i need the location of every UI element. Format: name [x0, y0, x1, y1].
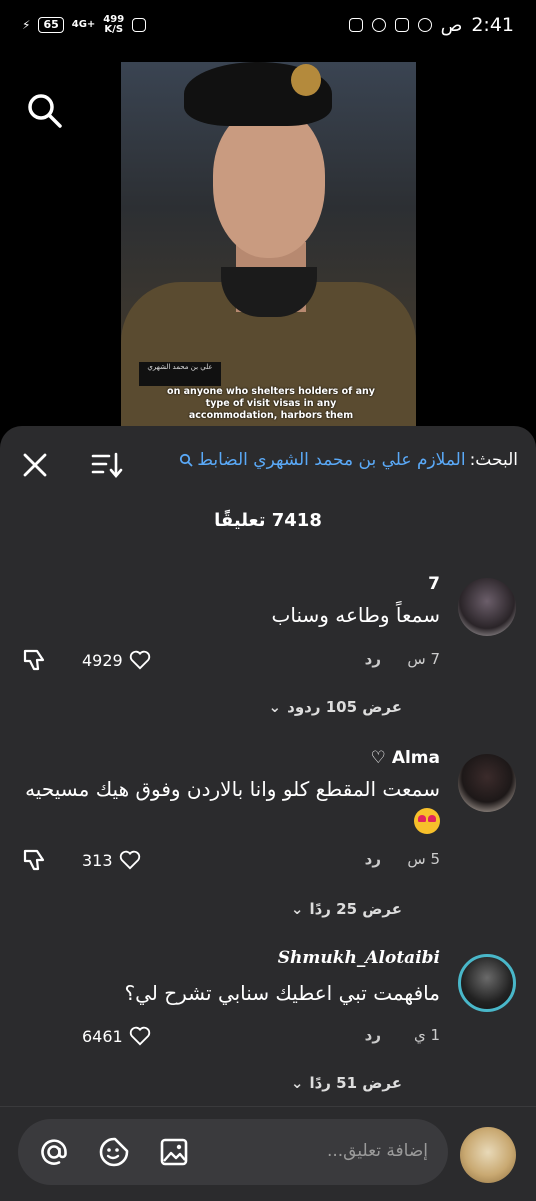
dislike-icon[interactable] [22, 847, 48, 873]
view-replies[interactable]: عرض 25 ردًا ⌄ [291, 900, 402, 918]
comment-item: Alma ♡ سمعت المقطع كلو وانا بالاردن وفوق… [0, 748, 536, 938]
sort-icon[interactable] [90, 450, 124, 480]
image-icon[interactable] [158, 1136, 190, 1168]
comment-author[interactable]: 7 [428, 574, 440, 594]
chevron-down-icon: ⌄ [290, 900, 304, 918]
status-right: ص 2:41 [348, 14, 514, 36]
video-player[interactable]: علي بن محمد الشهري on anyone who shelter… [0, 58, 536, 426]
network-indicator: 4G+ [71, 19, 96, 30]
like-button[interactable]: 6461 [82, 1026, 151, 1046]
comment-item: Shmukh_Alotaibi مافهمت تبي اعطيك سنابي ت… [0, 948, 536, 1123]
comment-placeholder: إضافة تعليق... [326, 1141, 428, 1161]
avatar[interactable] [458, 754, 516, 812]
comment-composer: إضافة تعليق... [0, 1106, 536, 1201]
comment-text: مافهمت تبي اعطيك سنابي تشرح لي؟ [124, 981, 441, 1005]
network-speed-unit: K/S [104, 24, 124, 35]
view-replies[interactable]: عرض 105 ردود ⌄ [269, 698, 402, 716]
avatar[interactable] [458, 578, 516, 636]
comment-time: 5 س [407, 850, 440, 868]
video-frame: علي بن محمد الشهري on anyone who shelter… [121, 62, 416, 426]
youtube-icon [371, 18, 386, 32]
network-speed: 499 K/S [103, 15, 124, 35]
cap-badge [291, 64, 321, 96]
heart-icon [129, 650, 150, 670]
heart-icon [129, 1026, 150, 1046]
reply-button[interactable]: رد [365, 1026, 381, 1044]
instagram-icon [394, 18, 409, 32]
heart-icon [119, 850, 140, 870]
battery-indicator: 65 [38, 17, 64, 33]
view-replies-label: عرض 51 ردًا [309, 1074, 402, 1092]
sim-icon [348, 18, 363, 32]
nameplate: علي بن محمد الشهري [139, 362, 221, 386]
like-button[interactable]: 4929 [82, 650, 151, 670]
like-count: 6461 [82, 1026, 123, 1046]
sticker-icon[interactable] [98, 1136, 130, 1168]
like-count: 4929 [82, 650, 123, 670]
video-subtitle: on anyone who shelters holders of any ty… [167, 386, 375, 421]
view-replies[interactable]: عرض 51 ردًا ⌄ [291, 1074, 402, 1092]
heart-eyes-emoji-icon [414, 807, 440, 834]
close-icon[interactable] [20, 450, 50, 480]
search-query-text[interactable]: الملازم علي بن محمد الشهري الضابط [197, 450, 465, 470]
sheet-header: البحث: الملازم علي بن محمد الشهري الضابط [0, 426, 536, 500]
avatar[interactable] [458, 954, 516, 1012]
search-query[interactable]: البحث: الملازم علي بن محمد الشهري الضابط [179, 450, 518, 470]
comment-author[interactable]: Shmukh_Alotaibi [278, 948, 440, 968]
like-count: 313 [82, 850, 113, 870]
ampm-label: ص [440, 14, 463, 36]
comment-item: 7 سمعاً وطاعه وسناب 7 س رد 4929 عرض 105 … [0, 574, 536, 734]
chevron-down-icon: ⌄ [290, 1074, 304, 1092]
comments-sheet: البحث: الملازم علي بن محمد الشهري الضابط… [0, 426, 536, 1200]
status-left: ⚡ 65 4G+ 499 K/S [22, 15, 147, 35]
view-replies-label: عرض 105 ردود [287, 698, 402, 716]
comments-count: 7418 تعليقًا [214, 510, 322, 531]
search-icon[interactable] [26, 92, 64, 130]
mention-icon[interactable] [38, 1136, 70, 1168]
flash-icon: ⚡ [22, 18, 31, 32]
reply-button[interactable]: رد [365, 650, 381, 668]
comment-time: 1 ي [413, 1026, 440, 1044]
comment-time: 7 س [407, 650, 440, 668]
like-button[interactable]: 313 [82, 850, 141, 870]
comment-text: سمعاً وطاعه وسناب [271, 603, 440, 627]
view-replies-label: عرض 25 ردًا [309, 900, 402, 918]
clock: 2:41 [471, 14, 514, 36]
threads-icon [417, 18, 432, 32]
comment-input[interactable]: إضافة تعليق... [18, 1119, 448, 1185]
chevron-down-icon: ⌄ [268, 698, 282, 716]
search-label: البحث: [469, 450, 518, 470]
comment-text-body: سمعت المقطع كلو وانا بالاردن وفوق هيك مس… [25, 777, 440, 801]
comment-text: سمعت المقطع كلو وانا بالاردن وفوق هيك مس… [10, 774, 440, 834]
dislike-icon[interactable] [22, 647, 48, 673]
status-bar: ⚡ 65 4G+ 499 K/S ص 2:41 [0, 0, 536, 58]
vibrate-icon [132, 18, 147, 32]
reply-button[interactable]: رد [365, 850, 381, 868]
comment-author[interactable]: Alma ♡ [371, 748, 440, 768]
face [213, 108, 325, 258]
my-avatar [460, 1127, 516, 1183]
search-small-icon [180, 453, 193, 467]
